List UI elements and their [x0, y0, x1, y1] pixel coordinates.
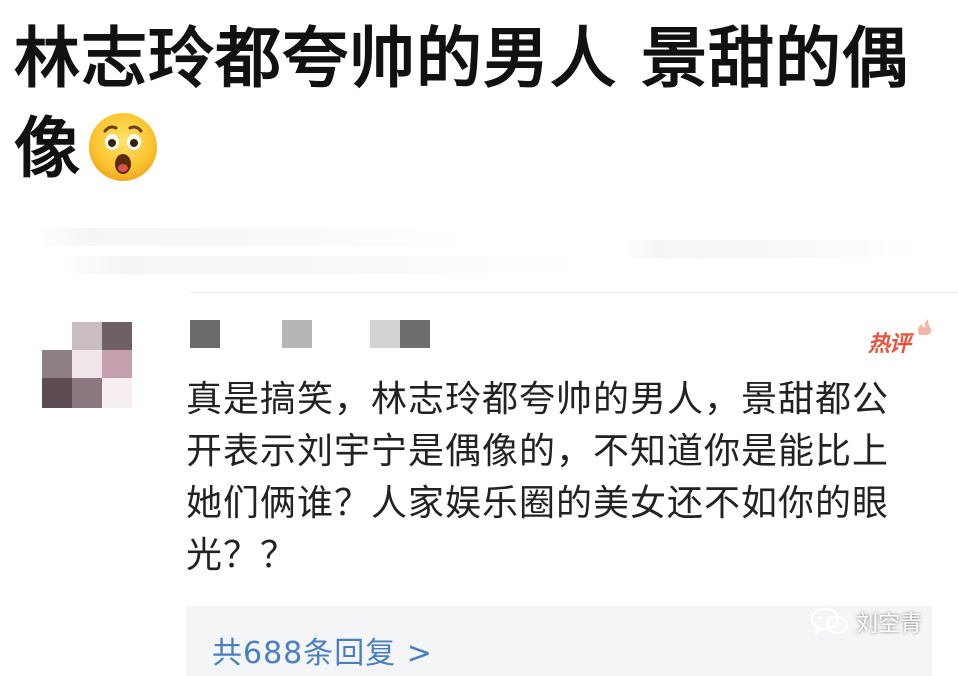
username[interactable]: [190, 320, 450, 348]
comment-text: 真是搞笑，林志玲都夸帅的男人，景甜都公开表示刘宇宁是偶像的，不知道你是能比上她们…: [186, 379, 890, 576]
faint-background-row: [36, 228, 466, 246]
avatar-pixel: [102, 322, 132, 352]
avatar-pixel: [102, 378, 132, 408]
username-pixel: [190, 320, 220, 348]
astonished-face-emoji: [89, 112, 157, 181]
avatar-pixel: [42, 378, 72, 408]
avatar[interactable]: [42, 322, 138, 410]
username-pixel: [282, 320, 312, 348]
watermark: 刘空青: [810, 604, 922, 640]
faint-background-row: [60, 256, 580, 274]
divider: [190, 292, 958, 293]
faint-background-row: [620, 240, 920, 258]
username-pixel: [370, 320, 400, 348]
username-pixel: [400, 320, 430, 348]
watermark-text: 刘空青: [856, 612, 923, 637]
avatar-pixel: [102, 350, 132, 380]
avatar-pixel: [72, 350, 102, 380]
hot-comment-badge: 热评: [868, 332, 911, 357]
wechat-icon: [810, 607, 849, 636]
flame-icon: [918, 319, 932, 335]
avatar-pixel: [72, 322, 102, 352]
view-replies-link[interactable]: 共688条回复 >: [212, 628, 433, 672]
headline: 林志玲都夸帅的男人 景甜的偶像: [14, 14, 944, 194]
avatar-pixel: [72, 378, 102, 408]
avatar-pixel: [42, 350, 72, 380]
